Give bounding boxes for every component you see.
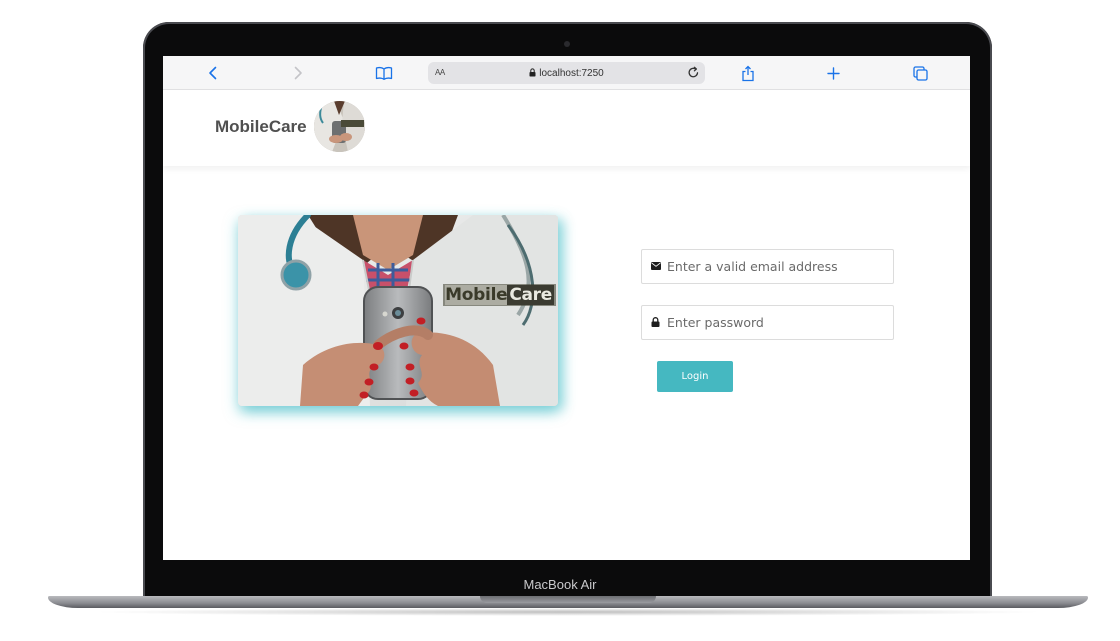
url-text: localhost:7250 xyxy=(539,68,604,79)
email-input[interactable] xyxy=(667,250,887,283)
envelope-icon xyxy=(651,262,661,270)
back-button[interactable] xyxy=(202,62,224,84)
tabs-icon xyxy=(912,65,928,81)
password-field[interactable] xyxy=(641,305,894,340)
brand-name[interactable]: MobileCare xyxy=(215,117,307,137)
hero-brand-label: Mobile Care xyxy=(443,284,556,306)
screen: AA localhost:7250 MobileCare Mobile Care… xyxy=(163,56,970,560)
share-icon xyxy=(742,65,754,81)
brand-logo[interactable] xyxy=(314,101,365,152)
doctor-phone-illustration xyxy=(238,215,558,406)
password-input[interactable] xyxy=(667,306,887,339)
browser-toolbar: AA localhost:7250 xyxy=(163,56,970,90)
camera-icon xyxy=(564,41,570,47)
hero-image: Mobile Care xyxy=(238,215,558,406)
bookmarks-icon xyxy=(375,66,393,80)
site-header: MobileCare xyxy=(163,90,970,166)
bookmarks-button[interactable] xyxy=(373,62,395,84)
share-button[interactable] xyxy=(737,62,759,84)
forward-button[interactable] xyxy=(287,62,309,84)
hero-brand-part2: Care xyxy=(507,285,554,305)
lock-icon xyxy=(529,68,536,77)
device-label: MacBook Air xyxy=(523,577,597,592)
login-button[interactable]: Login xyxy=(657,361,733,392)
back-icon xyxy=(209,66,217,80)
email-field[interactable] xyxy=(641,249,894,284)
tabs-button[interactable] xyxy=(909,62,931,84)
lock-icon xyxy=(651,317,660,327)
laptop-shadow xyxy=(90,608,1046,616)
forward-icon xyxy=(294,66,302,80)
laptop-notch xyxy=(480,596,656,603)
hero-brand-part1: Mobile xyxy=(445,285,508,305)
address-bar[interactable]: AA localhost:7250 xyxy=(428,62,705,84)
reload-icon[interactable] xyxy=(687,66,700,79)
new-tab-button[interactable] xyxy=(822,62,844,84)
new-tab-icon xyxy=(826,66,840,80)
